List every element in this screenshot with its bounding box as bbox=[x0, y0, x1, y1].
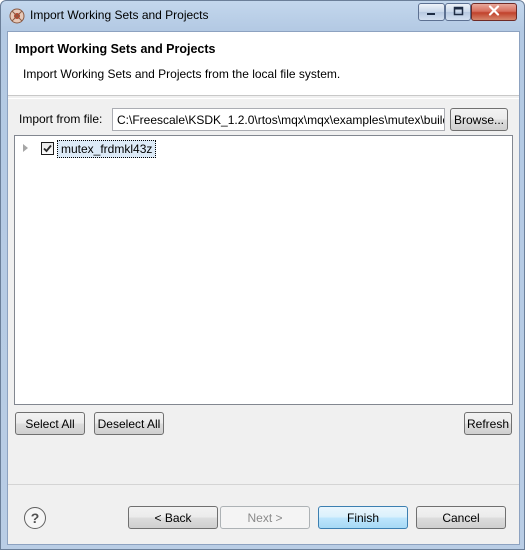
wizard-banner: Import Working Sets and Projects Import … bbox=[8, 32, 519, 96]
dialog-window: Import Working Sets and Projects Import … bbox=[0, 0, 525, 550]
project-tree[interactable]: mutex_frdmkl43z bbox=[14, 135, 513, 405]
finish-button[interactable]: Finish bbox=[318, 506, 408, 529]
import-file-input[interactable]: C:\Freescale\KSDK_1.2.0\rtos\mqx\mqx\exa… bbox=[112, 108, 445, 131]
minimize-icon bbox=[426, 5, 437, 19]
project-label[interactable]: mutex_frdmkl43z bbox=[57, 140, 157, 158]
tree-item[interactable]: mutex_frdmkl43z bbox=[15, 140, 512, 158]
project-checkbox[interactable] bbox=[41, 142, 54, 155]
footer-divider bbox=[8, 484, 519, 485]
browse-button[interactable]: Browse... bbox=[450, 108, 508, 131]
checkmark-icon bbox=[43, 144, 52, 153]
import-file-label: Import from file: bbox=[19, 112, 103, 126]
refresh-button[interactable]: Refresh bbox=[464, 412, 512, 435]
window-title: Import Working Sets and Projects bbox=[30, 8, 209, 22]
back-button[interactable]: < Back bbox=[128, 506, 218, 529]
banner-divider bbox=[8, 98, 519, 99]
eclipse-app-icon bbox=[9, 8, 25, 24]
title-bar[interactable]: Import Working Sets and Projects bbox=[1, 1, 524, 31]
close-icon bbox=[488, 5, 500, 19]
deselect-all-button[interactable]: Deselect All bbox=[94, 412, 164, 435]
banner-description: Import Working Sets and Projects from th… bbox=[23, 67, 341, 81]
help-icon[interactable]: ? bbox=[24, 507, 46, 529]
banner-title: Import Working Sets and Projects bbox=[15, 42, 216, 56]
maximize-button[interactable] bbox=[445, 3, 471, 21]
expand-arrow-icon[interactable] bbox=[23, 144, 28, 152]
dialog-content: Import Working Sets and Projects Import … bbox=[7, 31, 520, 545]
minimize-button[interactable] bbox=[418, 3, 445, 21]
cancel-button[interactable]: Cancel bbox=[416, 506, 506, 529]
maximize-icon bbox=[453, 5, 464, 19]
close-button[interactable] bbox=[471, 3, 517, 21]
next-button: Next > bbox=[220, 506, 310, 529]
select-all-button[interactable]: Select All bbox=[15, 412, 85, 435]
